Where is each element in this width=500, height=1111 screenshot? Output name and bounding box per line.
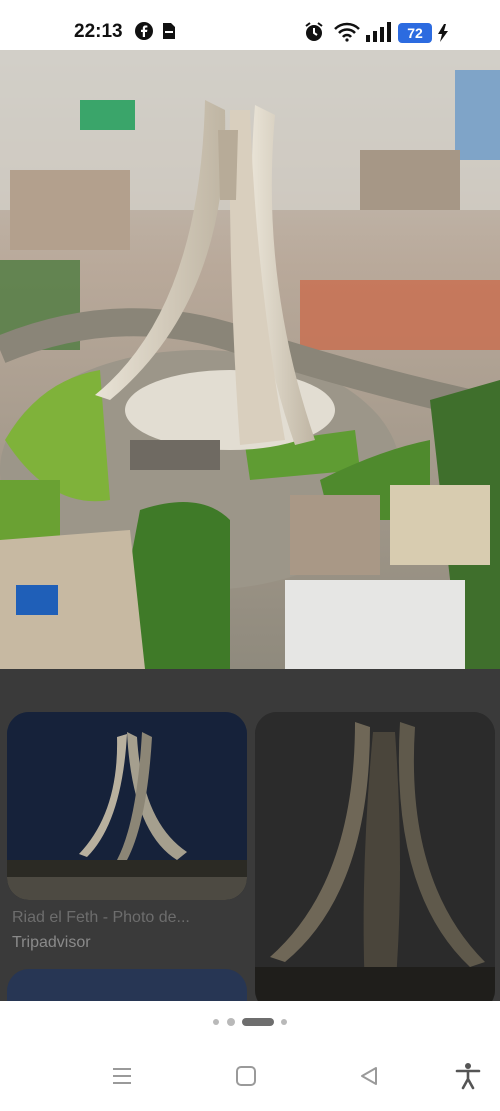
accessibility-button[interactable] bbox=[450, 1061, 486, 1091]
photo-of-monument bbox=[0, 50, 500, 669]
navigation-bar bbox=[0, 1045, 500, 1111]
monument-night-photo bbox=[7, 712, 247, 900]
alarm-icon bbox=[303, 21, 325, 48]
result-source: Tripadvisor bbox=[12, 934, 91, 951]
facebook-icon bbox=[135, 22, 153, 45]
result-thumbnail[interactable] bbox=[7, 969, 247, 1001]
result-thumbnail[interactable] bbox=[7, 712, 247, 900]
home-icon bbox=[236, 1066, 256, 1086]
signal-icon bbox=[365, 22, 391, 47]
accessibility-icon bbox=[455, 1063, 481, 1090]
battery-icon: 72 bbox=[398, 23, 432, 43]
recent-apps-button[interactable] bbox=[104, 1061, 140, 1091]
result-title[interactable]: Riad el Feth - Photo de... bbox=[12, 909, 248, 927]
page-indicator bbox=[0, 1001, 500, 1045]
page-dot bbox=[281, 1019, 287, 1025]
page-dot bbox=[227, 1018, 235, 1026]
notification-app-icon bbox=[162, 22, 176, 45]
wifi-icon bbox=[334, 22, 360, 47]
status-bar: 22:13 72 bbox=[0, 0, 500, 50]
image-results-panel: Riad el Feth - Photo de... Tripadvisor bbox=[0, 669, 500, 1001]
page-dot-active bbox=[242, 1018, 274, 1026]
monument-closeup-photo bbox=[255, 712, 495, 1001]
back-button[interactable] bbox=[351, 1061, 387, 1091]
charging-icon bbox=[437, 24, 449, 47]
back-icon bbox=[361, 1067, 377, 1085]
status-time: 22:13 bbox=[74, 21, 123, 42]
hero-image[interactable] bbox=[0, 50, 500, 669]
result-thumbnail[interactable] bbox=[255, 712, 495, 1001]
recent-apps-icon bbox=[113, 1068, 131, 1084]
home-button[interactable] bbox=[228, 1061, 264, 1091]
page-dot bbox=[213, 1019, 219, 1025]
